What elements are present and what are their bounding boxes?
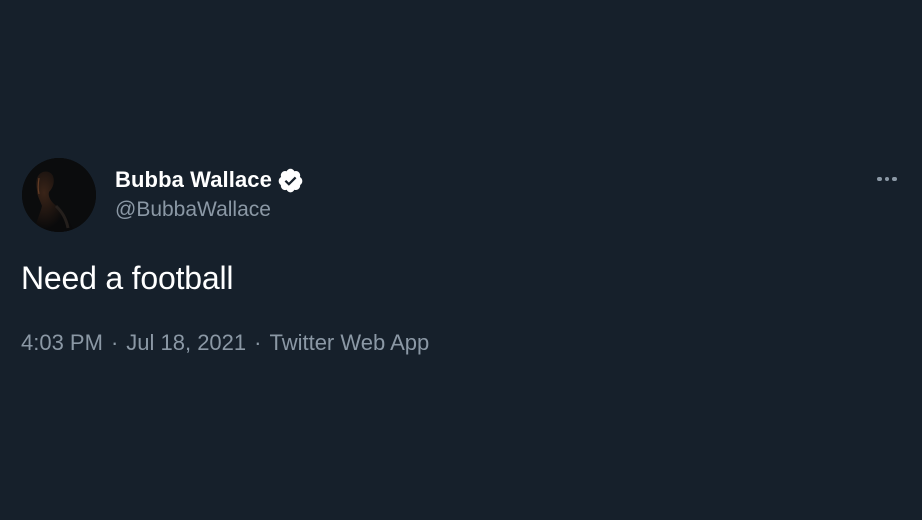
more-dot: [884, 176, 890, 182]
meta-separator: ·: [110, 330, 119, 355]
more-dot: [892, 176, 897, 182]
verified-badge-icon: [277, 167, 304, 194]
avatar-image: [22, 158, 96, 232]
author-display-name[interactable]: Bubba Wallace: [115, 167, 272, 193]
avatar[interactable]: [22, 158, 96, 232]
meta-separator: ·: [254, 330, 262, 355]
tweet-text: Need a football: [21, 260, 234, 296]
more-options-icon[interactable]: [872, 168, 902, 190]
tweet-source[interactable]: Twitter Web App: [269, 330, 429, 356]
author-handle[interactable]: @BubbaWallace: [115, 198, 271, 222]
more-dot: [877, 176, 882, 182]
tweet-time[interactable]: 4:03 PM: [21, 330, 103, 356]
tweet-meta: 4:03 PM · Jul 18, 2021 · Twitter Web App: [21, 330, 429, 356]
tweet-date[interactable]: Jul 18, 2021: [126, 330, 246, 356]
tweet-card: Bubba Wallace @BubbaWallace Need a footb…: [0, 0, 922, 520]
author-name-row[interactable]: Bubba Wallace: [115, 165, 304, 195]
